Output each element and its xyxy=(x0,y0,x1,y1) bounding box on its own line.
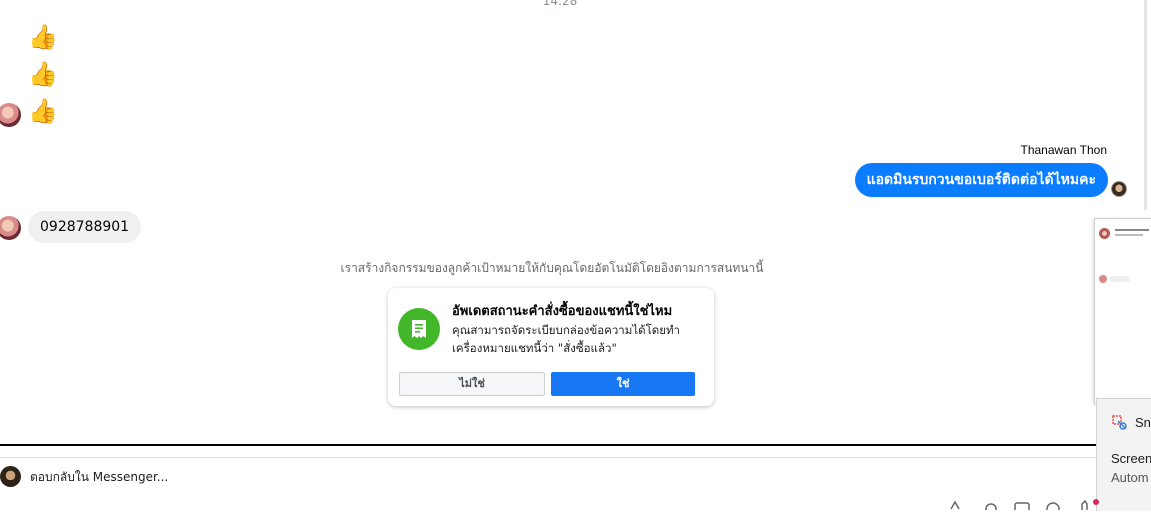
thumbnail-avatar xyxy=(1099,228,1110,239)
divider xyxy=(0,457,1098,458)
image-icon[interactable] xyxy=(1014,498,1030,514)
auto-label: Autom xyxy=(1111,470,1149,485)
scissors-icon xyxy=(1112,415,1128,434)
receipt-icon xyxy=(398,308,440,350)
contact-avatar[interactable] xyxy=(0,216,21,240)
thumbnail-line xyxy=(1115,234,1143,236)
card-title: อัพเดตสถานะคำสั่งซื้อของแชทนี้ใช่ไหม xyxy=(452,304,673,319)
thumbs-up-icon: 👍 xyxy=(28,60,58,88)
divider xyxy=(0,444,1098,446)
thumbnail-line xyxy=(1115,229,1149,231)
outgoing-message-bubble[interactable]: แอดมินรบกวนขอเบอร์ติดต่อได้ไหมคะ xyxy=(854,163,1108,197)
page-avatar xyxy=(0,466,21,487)
reply-input[interactable] xyxy=(30,470,430,484)
attachment-icon[interactable] xyxy=(950,498,964,514)
card-body-line: เครื่องหมายแชทนี้ว่า "สั่งซื้อแล้ว" xyxy=(452,341,617,355)
thumbs-up-icon: 👍 xyxy=(28,97,58,125)
contact-avatar[interactable] xyxy=(0,103,21,127)
screenshot-thumbnail[interactable] xyxy=(1094,218,1151,404)
no-button[interactable]: ไม่ใช่ xyxy=(399,372,545,396)
notification-dot xyxy=(1093,499,1099,505)
emoji-icon[interactable] xyxy=(1045,498,1061,514)
thumbnail-avatar xyxy=(1099,275,1107,283)
card-body: คุณสามารถจัดระเบียบกล่องข้อความได้โดยทำ … xyxy=(452,321,702,357)
thumbnail-bubble xyxy=(1110,276,1130,282)
yes-button[interactable]: ใช่ xyxy=(551,372,695,396)
message-timestamp: 14:28 xyxy=(542,0,578,8)
screen-label: Screen xyxy=(1111,451,1151,466)
order-status-card: อัพเดตสถานะคำสั่งซื้อของแชทนี้ใช่ไหม คุณ… xyxy=(388,288,714,406)
thumbs-up-icon: 👍 xyxy=(28,23,58,51)
incoming-message-bubble[interactable]: 0928788901 xyxy=(28,211,142,243)
scrollbar[interactable] xyxy=(1144,0,1147,210)
card-body-line: คุณสามารถจัดระเบียบกล่องข้อความได้โดยทำ xyxy=(452,323,681,337)
snip-label: Sni xyxy=(1135,415,1151,430)
read-receipt-avatar xyxy=(1111,181,1127,197)
snip-notification[interactable]: Sni Screen Autom xyxy=(1093,398,1151,511)
system-note: เราสร้างกิจกรรมของลูกค้าเป้าหมายให้กับคุ… xyxy=(340,261,764,275)
sender-name: Thanawan Thon xyxy=(1020,143,1107,157)
tag-icon[interactable] xyxy=(985,498,997,514)
like-icon[interactable] xyxy=(1080,498,1092,514)
